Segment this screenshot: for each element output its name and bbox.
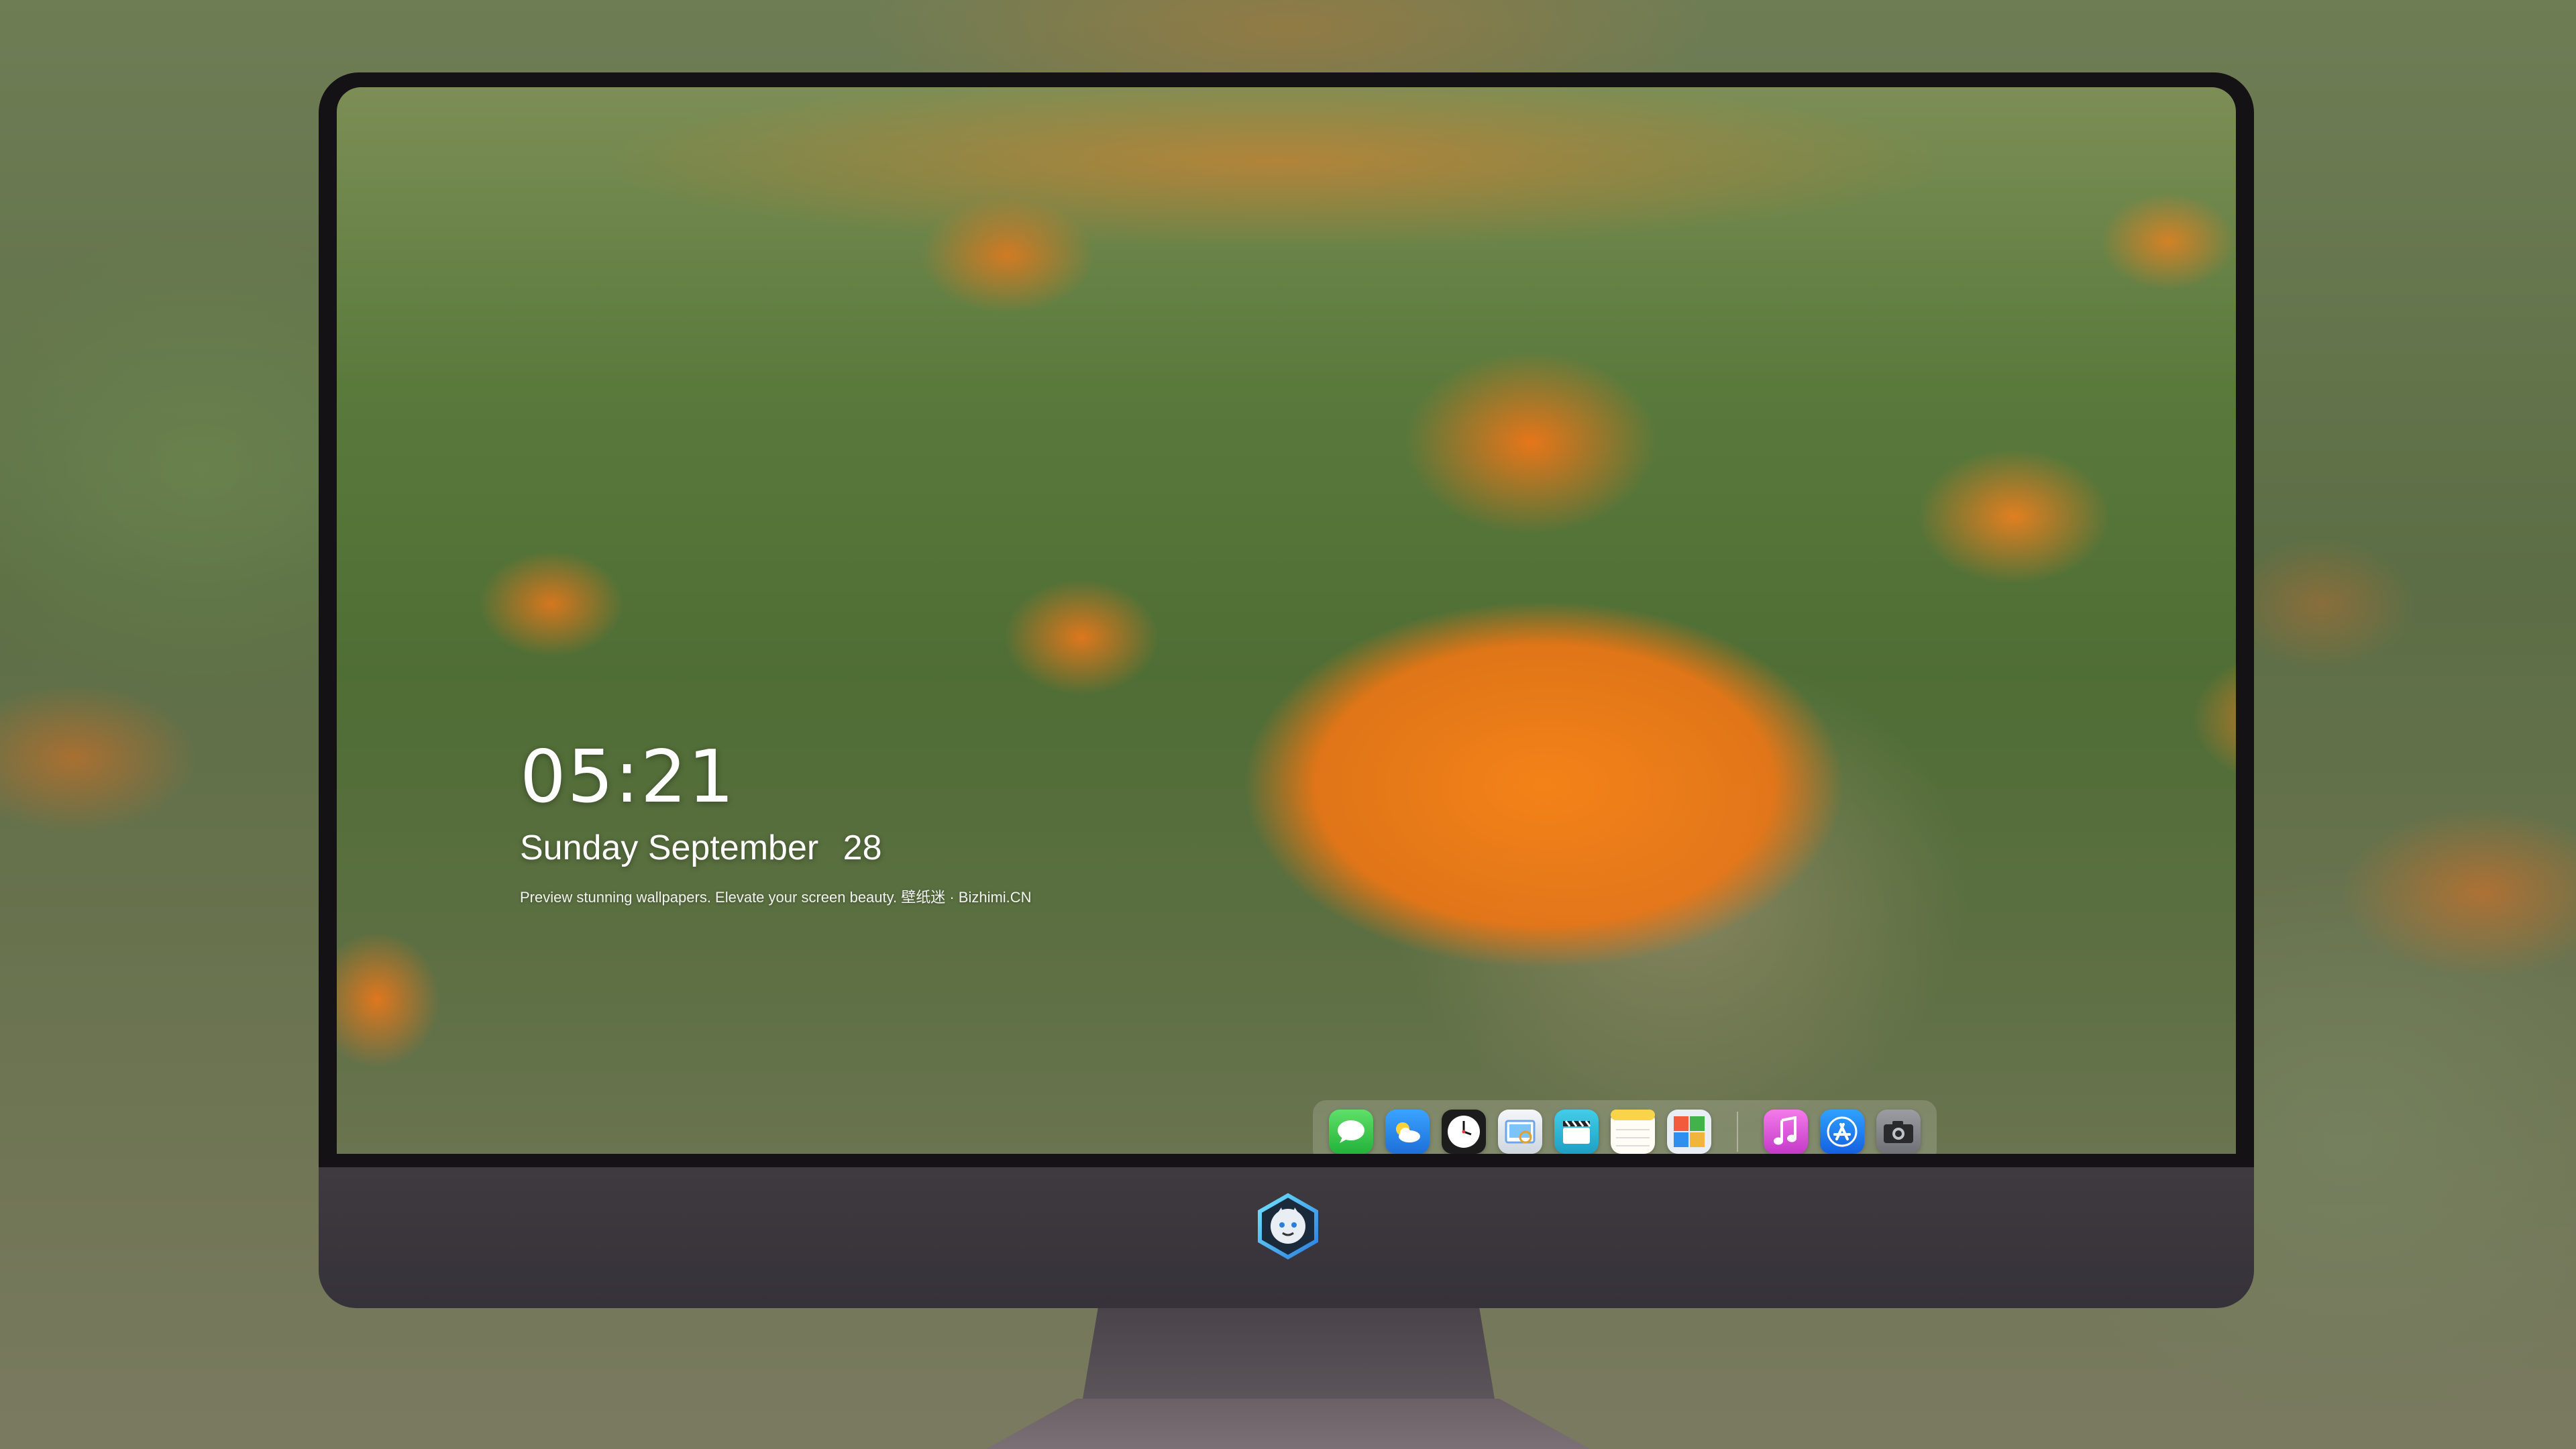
clock-weekday: Sunday bbox=[520, 828, 639, 867]
clock-icon[interactable] bbox=[1442, 1110, 1486, 1154]
dock bbox=[1313, 1100, 1937, 1154]
notes-icon[interactable] bbox=[1611, 1110, 1655, 1154]
brand-logo-icon bbox=[1254, 1193, 1322, 1260]
photo-booth-icon[interactable] bbox=[1667, 1110, 1711, 1154]
monitor-frame: 05:21 Sunday September 28 Preview stunni… bbox=[319, 72, 2254, 1308]
clips-icon[interactable] bbox=[1554, 1110, 1599, 1154]
preview-icon[interactable] bbox=[1498, 1110, 1542, 1154]
music-icon[interactable] bbox=[1764, 1110, 1808, 1154]
clock-day: 28 bbox=[843, 828, 882, 867]
clock-time: 05:21 bbox=[520, 735, 736, 819]
clock-month: September bbox=[647, 828, 819, 867]
wallpaper-tagline: Preview stunning wallpapers. Elevate you… bbox=[520, 889, 1032, 906]
monitor-stand-base bbox=[986, 1399, 1590, 1449]
desktop-screen: 05:21 Sunday September 28 Preview stunni… bbox=[337, 87, 2236, 1154]
camera-icon[interactable] bbox=[1876, 1110, 1921, 1154]
clock-date: Sunday September 28 bbox=[520, 828, 1032, 868]
lockscreen-clock: 05:21 Sunday September 28 Preview stunni… bbox=[520, 738, 1032, 907]
dock-separator bbox=[1737, 1112, 1738, 1152]
app-store-icon[interactable] bbox=[1820, 1110, 1864, 1154]
weather-icon[interactable] bbox=[1385, 1110, 1430, 1154]
messages-icon[interactable] bbox=[1329, 1110, 1373, 1154]
